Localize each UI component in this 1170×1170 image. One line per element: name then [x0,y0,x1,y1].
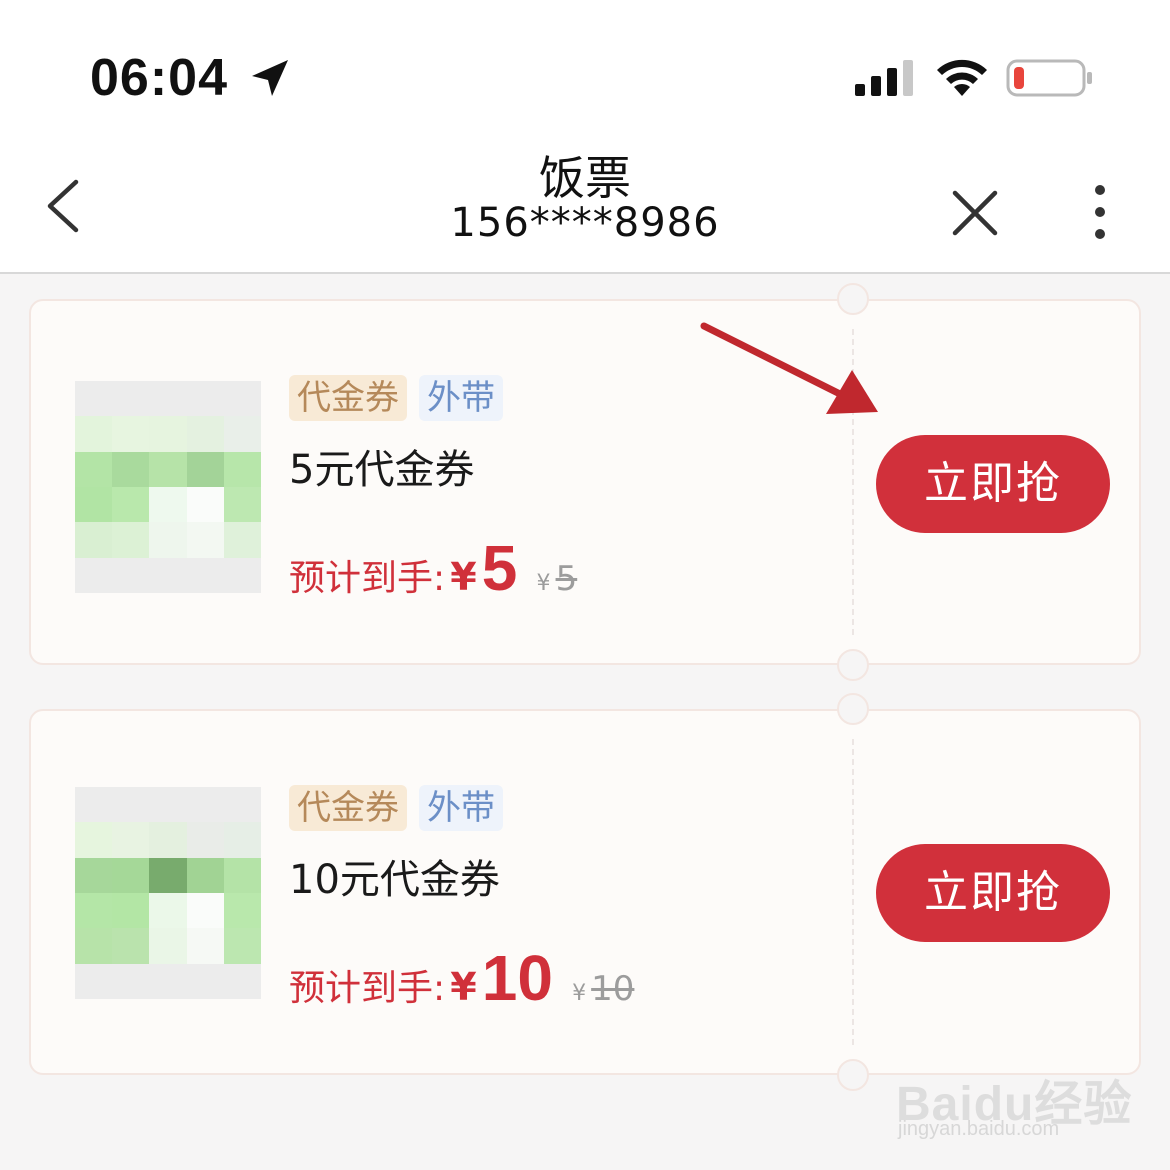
watermark: Baidu经验 jingyan.baidu.com [896,1046,1136,1146]
ticket-notch [837,693,869,725]
location-arrow-icon [252,60,288,96]
coupon-card: 代金券 外带 5元代金券 预计到手: ¥ 5 ¥ 5 立即抢 [29,283,1141,681]
signal-icon [855,60,913,96]
ticket-notch [837,649,869,681]
price-currency: ¥ [450,965,477,1009]
price-row: 预计到手: ¥ 5 ¥ 5 [289,531,578,604]
wifi-icon [937,59,987,96]
price-value: 10 [481,942,553,1014]
watermark-url: jingyan.baidu.com [898,1118,1060,1140]
original-price: 10 [591,969,635,1009]
price-value: 5 [481,532,518,604]
ticket-divider [852,739,854,1045]
grab-now-button[interactable]: 立即抢 [876,844,1110,942]
price-row: 预计到手: ¥ 10 ¥ 10 [289,941,635,1014]
coupon-thumbnail [75,787,261,999]
original-price-currency: ¥ [536,571,551,596]
more-vertical-icon[interactable] [1088,184,1112,240]
price-label: 预计到手: [289,968,446,1009]
price-currency: ¥ [450,555,477,599]
ticket-notch [837,283,869,315]
original-price-currency: ¥ [572,981,587,1006]
price-label: 预计到手: [289,558,446,599]
coupon-name: 10元代金券 [289,857,500,903]
original-price: 5 [555,559,578,599]
takeaway-tag: 外带 [419,375,503,421]
voucher-tag: 代金券 [289,785,407,831]
battery-low-icon [1006,59,1092,97]
close-icon[interactable] [950,188,1000,238]
takeaway-tag: 外带 [419,785,503,831]
status-time: 06:04 [90,49,228,107]
annotation-arrow-icon [700,322,878,414]
nav-bar: 饭票 156****8986 [0,140,1170,274]
coupon-name: 5元代金券 [289,447,475,493]
status-bar: 06:04 [0,0,1170,140]
ticket-notch [837,1059,869,1091]
coupon-card: 代金券 外带 10元代金券 预计到手: ¥ 10 ¥ 10 立即抢 [29,693,1141,1091]
grab-now-button[interactable]: 立即抢 [876,435,1110,533]
coupon-thumbnail [75,381,261,593]
voucher-tag: 代金券 [289,375,407,421]
